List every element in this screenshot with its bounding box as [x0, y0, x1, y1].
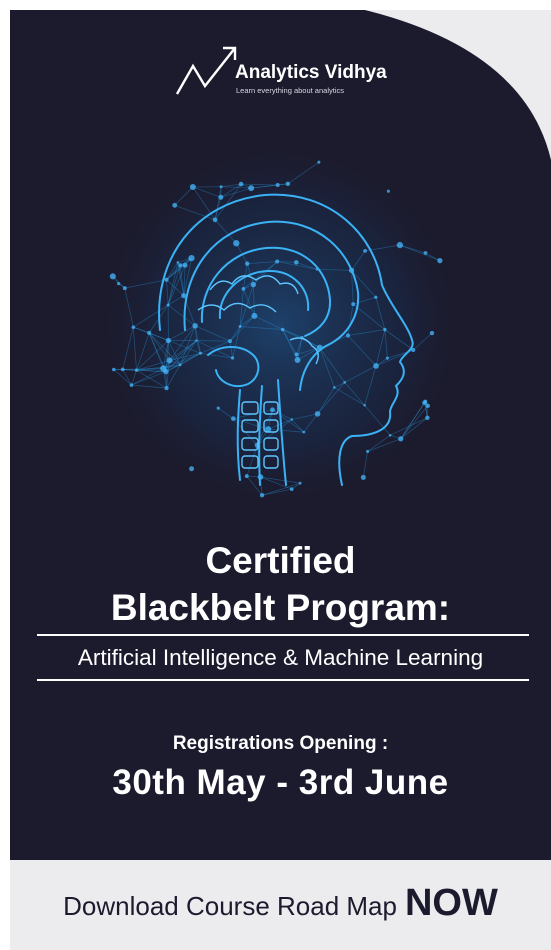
logo-name: Analytics Vidhya: [235, 62, 387, 83]
program-subtitle: Artificial Intelligence & Machine Learni…: [77, 645, 484, 670]
cta-now-emphasis: NOW: [404, 881, 498, 924]
analytics-vidhya-logo: Analytics Vidhya Learn everything about …: [173, 40, 413, 104]
trend-arrow-icon: [175, 46, 237, 95]
logo-tagline: Learn everything about analytics: [236, 86, 344, 95]
cta-text: Download Course Road Map: [63, 890, 397, 921]
program-title-line-2: Blackbelt Program:: [110, 587, 451, 628]
registration-label: Registrations Opening :: [172, 733, 389, 754]
subtitle-top-divider: [37, 634, 529, 636]
download-roadmap-label: Download Course Road Map NOW: [63, 882, 498, 925]
download-roadmap-button[interactable]: Download Course Road Map NOW: [10, 860, 551, 950]
program-banner[interactable]: Analytics Vidhya Learn everything about …: [10, 10, 551, 860]
ad-page: Analytics Vidhya Learn everything about …: [0, 0, 551, 950]
subtitle-bottom-divider: [37, 679, 529, 681]
registration-dates: 30th May - 3rd June: [112, 763, 449, 802]
ai-brain-network-illustration: [98, 143, 462, 507]
program-title-line-1: Certified: [205, 540, 356, 581]
